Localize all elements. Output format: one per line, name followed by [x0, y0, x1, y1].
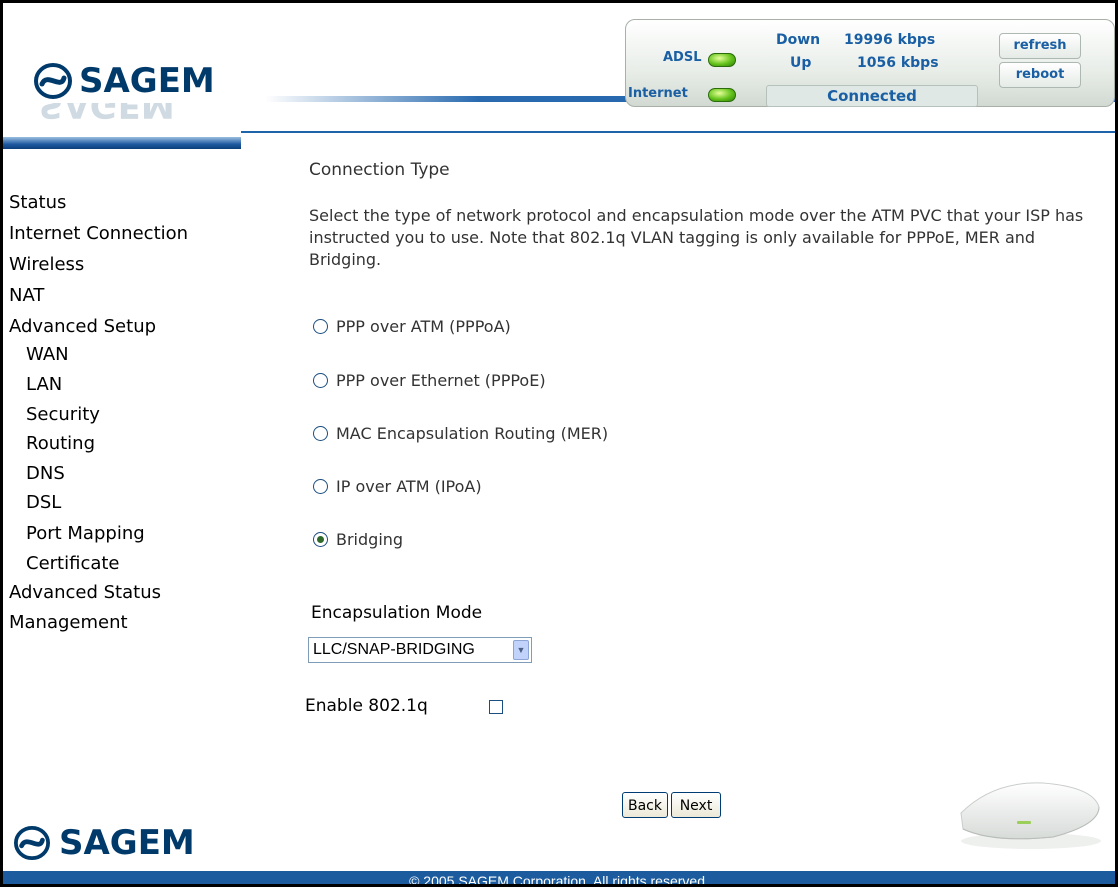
sidebar-item-security[interactable]: Security — [3, 402, 243, 428]
brand-name-bottom: SAGEM — [59, 823, 195, 863]
sidebar-item-advanced-setup[interactable]: Advanced Setup — [3, 311, 243, 342]
sidebar-item-wan[interactable]: WAN — [3, 342, 243, 368]
footer: © 2005 SAGEM Corporation. All rights res… — [3, 871, 1115, 884]
radio-pppoe[interactable] — [313, 372, 328, 388]
chevron-down-icon[interactable]: ▼ — [513, 640, 529, 660]
sidebar-item-routing[interactable]: Routing — [3, 428, 243, 460]
enable-vlan-checkbox[interactable] — [489, 700, 503, 714]
encapsulation-mode-select[interactable]: LLC/SNAP-BRIDGING ▼ — [308, 637, 532, 663]
internet-led-icon — [708, 88, 736, 102]
sidebar-item-internet-connection[interactable]: Internet Connection — [3, 218, 243, 249]
up-label: Up — [790, 55, 812, 71]
connection-status: Connected — [766, 85, 978, 107]
sidebar-item-lan[interactable]: LAN — [3, 368, 243, 402]
sidebar-item-wireless[interactable]: Wireless — [3, 249, 243, 280]
option-pppoa[interactable]: PPP over ATM (PPPoA) — [313, 315, 511, 337]
sidebar-item-port-mapping[interactable]: Port Mapping — [3, 518, 243, 550]
sidebar-item-management[interactable]: Management — [3, 608, 243, 638]
internet-label: Internet — [628, 86, 688, 101]
router-device-image — [960, 782, 1101, 849]
page-title: Connection Type — [309, 160, 450, 180]
back-button[interactable]: Back — [622, 792, 668, 818]
description-text: Select the type of network protocol and … — [309, 206, 1084, 269]
radio-bridging[interactable] — [313, 531, 328, 547]
sidebar-top-bar — [3, 137, 241, 149]
content-top-line — [241, 131, 1115, 133]
option-pppoe[interactable]: PPP over Ethernet (PPPoE) — [313, 369, 546, 391]
option-mer[interactable]: MAC Encapsulation Routing (MER) — [313, 422, 608, 444]
radio-mer[interactable] — [313, 425, 328, 441]
adsl-led-icon — [708, 53, 736, 67]
next-button[interactable]: Next — [671, 792, 721, 818]
option-label: IP over ATM (IPoA) — [336, 476, 482, 496]
option-ipoa[interactable]: IP over ATM (IPoA) — [313, 475, 482, 497]
brand-name: SAGEM — [79, 61, 215, 101]
up-value: 1056 kbps — [857, 55, 939, 71]
refresh-button[interactable]: refresh — [999, 33, 1081, 59]
sagem-logo-top: SAGEM — [33, 61, 215, 101]
status-panel: ADSL Internet Down 19996 kbps Up 1056 kb… — [625, 19, 1115, 107]
sidebar-item-advanced-status[interactable]: Advanced Status — [3, 578, 243, 608]
enable-vlan-label: Enable 802.1q — [305, 696, 428, 716]
option-label: Bridging — [336, 529, 404, 549]
sidebar-item-nat[interactable]: NAT — [3, 280, 243, 311]
brand-name-reflection: SAGEM — [39, 103, 175, 125]
page-frame: SAGEM SAGEM ADSL Internet Down 19996 kbp… — [3, 3, 1115, 884]
down-label: Down — [776, 32, 821, 48]
sidebar-nav: Status Internet Connection Wireless NAT … — [3, 187, 243, 638]
sagem-swirl-icon — [14, 825, 50, 861]
option-label: MAC Encapsulation Routing (MER) — [336, 423, 609, 443]
sagem-logo-bottom: SAGEM — [13, 823, 195, 863]
copyright-text: © 2005 SAGEM Corporation. All rights res… — [409, 873, 709, 884]
sidebar-item-dsl[interactable]: DSL — [3, 488, 243, 518]
sidebar-item-status[interactable]: Status — [3, 187, 243, 218]
down-value: 19996 kbps — [844, 32, 936, 48]
logo-reflection: SAGEM — [39, 103, 249, 125]
encapsulation-mode-value: LLC/SNAP-BRIDGING — [313, 641, 475, 658]
radio-pppoa[interactable] — [313, 318, 328, 334]
option-bridging[interactable]: Bridging — [313, 528, 403, 550]
radio-ipoa[interactable] — [313, 478, 328, 494]
option-label: PPP over ATM (PPPoA) — [336, 316, 511, 336]
sagem-swirl-icon — [34, 63, 72, 99]
encapsulation-mode-label: Encapsulation Mode — [311, 603, 483, 623]
option-label: PPP over Ethernet (PPPoE) — [336, 370, 546, 390]
sidebar-item-certificate[interactable]: Certificate — [3, 550, 243, 578]
adsl-label: ADSL — [663, 50, 702, 65]
sidebar-item-dns[interactable]: DNS — [3, 460, 243, 488]
reboot-button[interactable]: reboot — [999, 62, 1081, 88]
